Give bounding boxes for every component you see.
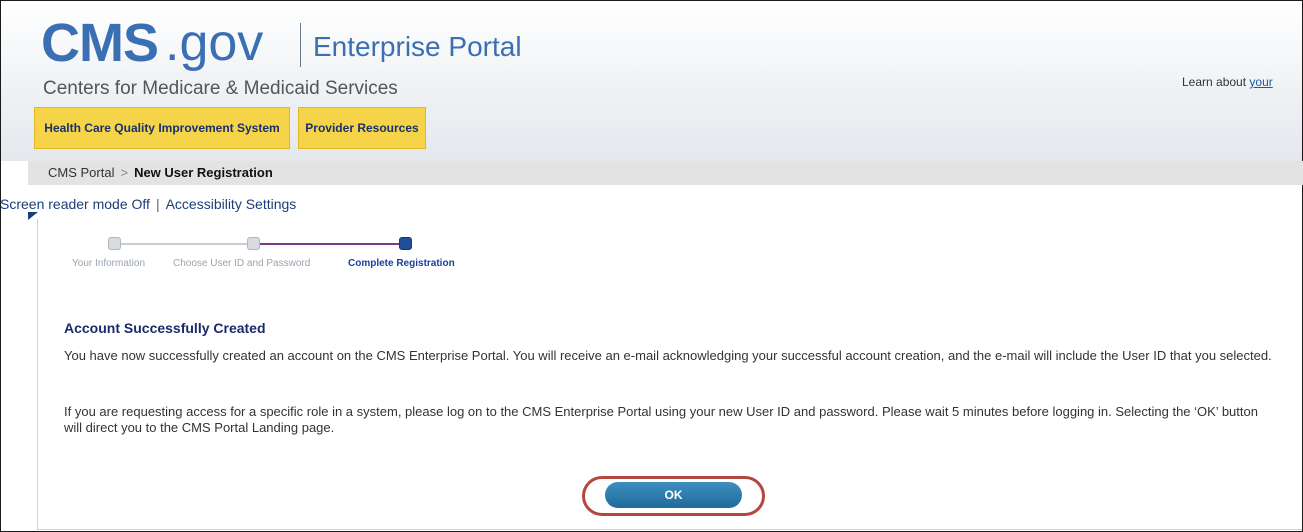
success-message: You have now successfully created an acc… [64, 348, 1272, 363]
logo-subtitle: Centers for Medicare & Medicaid Services [43, 78, 398, 99]
step-node-complete-registration [399, 237, 412, 250]
learn-about-prefix: Learn about [1182, 75, 1247, 89]
step-label-choose-user-id: Choose User ID and Password [173, 258, 311, 269]
learn-about-link[interactable]: your [1249, 75, 1272, 89]
role-access-message: If you are requesting access for a speci… [64, 404, 1258, 435]
logo-gov[interactable]: .gov [165, 13, 263, 73]
tab-hcqis[interactable]: Health Care Quality Improvement System [34, 107, 290, 149]
logo-portal-title: Enterprise Portal [313, 31, 522, 62]
success-heading: Account Successfully Created [64, 320, 266, 336]
step-node-your-information [108, 237, 121, 250]
logo-cms[interactable]: CMS [41, 13, 159, 73]
accessibility-separator: | [155, 196, 160, 212]
screen-reader-toggle[interactable]: Screen reader mode Off [0, 196, 150, 212]
accessibility-bar: Screen reader mode Off | Accessibility Set… [0, 196, 296, 212]
step-label-complete-registration: Complete Registration [348, 258, 455, 269]
breadcrumb: CMS Portal > New User Registration [28, 161, 1303, 185]
breadcrumb-separator: > [120, 165, 129, 180]
step-label-your-information: Your Information [72, 258, 146, 269]
breadcrumb-root[interactable]: CMS Portal [48, 165, 114, 180]
step-connector-1 [121, 243, 248, 245]
logo-divider [300, 23, 301, 67]
breadcrumb-current: New User Registration [134, 165, 273, 180]
accessibility-settings-link[interactable]: Accessibility Settings [166, 196, 297, 212]
learn-about-text: Learn about your [1182, 75, 1273, 89]
tab-provider-resources[interactable]: Provider Resources [298, 107, 426, 149]
step-connector-2 [260, 243, 399, 245]
step-node-choose-user-id [247, 237, 260, 250]
ok-button[interactable]: OK [605, 482, 742, 508]
